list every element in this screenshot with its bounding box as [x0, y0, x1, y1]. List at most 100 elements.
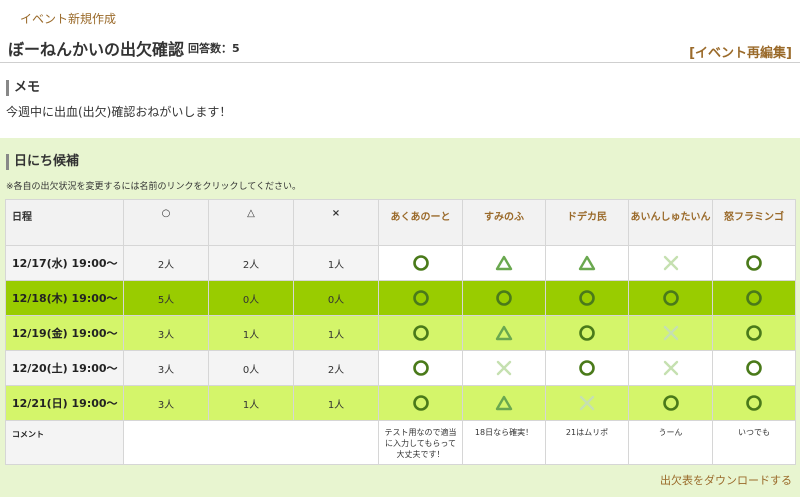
answer-cell — [712, 385, 796, 421]
row-date: 12/18(木) 19:00〜 — [5, 280, 124, 316]
candidates-section: 日にち候補 ※各自の出欠状況を変更するには名前のリンクをクリックしてください。 … — [0, 138, 800, 497]
circle-ok-icon — [412, 290, 430, 306]
member-link[interactable]: あいんしゅたいん — [628, 199, 713, 246]
title-bar: ぼーねんかいの出欠確認 回答数：5 [イベント再編集] — [0, 36, 800, 63]
row-ok-count: 2人 — [123, 245, 209, 281]
comment-empty — [123, 420, 379, 465]
comment-row: コメント テスト用なので適当に入力してもらって大丈夫です！ 18日なら確実！ 2… — [5, 420, 796, 465]
download-link[interactable]: 出欠表をダウンロードする — [660, 472, 792, 488]
header-ng: × — [293, 199, 379, 246]
member-comment: いつでも — [712, 420, 796, 465]
circle-ok-icon — [412, 325, 430, 341]
answer-cell — [628, 315, 713, 351]
answer-cell — [628, 350, 713, 386]
answer-cell — [378, 350, 463, 386]
answer-cell — [462, 350, 546, 386]
circle-ok-icon — [662, 290, 680, 306]
answer-cell — [378, 280, 463, 316]
new-event-link[interactable]: イベント新規作成 — [20, 10, 116, 27]
answer-cell — [545, 280, 629, 316]
cross-ng-icon — [495, 360, 513, 376]
row-maybe-count: 1人 — [208, 385, 294, 421]
circle-ok-icon — [745, 360, 763, 376]
cross-ng-icon — [578, 395, 596, 411]
header-maybe: △ — [208, 199, 294, 246]
circle-ok-icon — [578, 290, 596, 306]
schedule-row: 12/17(水) 19:00〜 2人 2人 1人 — [5, 245, 796, 281]
row-ng-count: 1人 — [293, 385, 379, 421]
row-ok-count: 3人 — [123, 385, 209, 421]
header-date: 日程 — [5, 199, 124, 246]
row-ok-count: 3人 — [123, 350, 209, 386]
row-maybe-count: 1人 — [208, 315, 294, 351]
memo-heading: メモ — [6, 80, 40, 96]
member-comment: うーん — [628, 420, 713, 465]
answer-count: 回答数：5 — [188, 42, 240, 55]
row-date: 12/19(金) 19:00〜 — [5, 315, 124, 351]
cross-ng-icon — [662, 255, 680, 271]
circle-ok-icon — [412, 255, 430, 271]
row-maybe-count: 2人 — [208, 245, 294, 281]
answer-cell — [712, 350, 796, 386]
answer-cell — [712, 245, 796, 281]
candidates-heading: 日にち候補 — [6, 154, 79, 170]
schedule-table: 日程 ○ △ × あくあのーと すみのふ ドデカ民 あいんしゅたいん 怒フラミン… — [5, 199, 796, 465]
member-link[interactable]: すみのふ — [462, 199, 546, 246]
circle-ok-icon — [578, 325, 596, 341]
answer-cell — [712, 280, 796, 316]
triangle-maybe-icon — [495, 325, 513, 341]
circle-ok-icon — [578, 360, 596, 376]
row-ng-count: 2人 — [293, 350, 379, 386]
answer-cell — [462, 385, 546, 421]
row-ok-count: 3人 — [123, 315, 209, 351]
answer-cell — [545, 350, 629, 386]
row-ok-count: 5人 — [123, 280, 209, 316]
triangle-maybe-icon — [495, 395, 513, 411]
member-comment: 18日なら確実！ — [462, 420, 546, 465]
answer-cell — [628, 280, 713, 316]
answer-cell — [378, 245, 463, 281]
header-ok: ○ — [123, 199, 209, 246]
member-link[interactable]: ドデカ民 — [545, 199, 629, 246]
answer-cell — [378, 315, 463, 351]
circle-ok-icon — [662, 395, 680, 411]
answer-cell — [628, 245, 713, 281]
schedule-row: 12/19(金) 19:00〜 3人 1人 1人 — [5, 315, 796, 351]
cross-ng-icon — [662, 360, 680, 376]
circle-ok-icon — [412, 395, 430, 411]
row-maybe-count: 0人 — [208, 350, 294, 386]
member-link[interactable]: あくあのーと — [378, 199, 463, 246]
edit-event-link[interactable]: [イベント再編集] — [689, 42, 792, 61]
schedule-row: 12/21(日) 19:00〜 3人 1人 1人 — [5, 385, 796, 421]
comment-label: コメント — [5, 420, 124, 465]
answer-cell — [712, 315, 796, 351]
answer-cell — [628, 385, 713, 421]
candidates-note: ※各自の出欠状況を変更するには名前のリンクをクリックしてください。 — [6, 182, 302, 192]
circle-ok-icon — [745, 325, 763, 341]
table-header-row: 日程 ○ △ × あくあのーと すみのふ ドデカ民 あいんしゅたいん 怒フラミン… — [5, 199, 796, 246]
schedule-row: 12/20(土) 19:00〜 3人 0人 2人 — [5, 350, 796, 386]
circle-ok-icon — [745, 395, 763, 411]
row-date: 12/20(土) 19:00〜 — [5, 350, 124, 386]
member-link[interactable]: 怒フラミンゴ — [712, 199, 796, 246]
row-date: 12/17(水) 19:00〜 — [5, 245, 124, 281]
answer-cell — [545, 245, 629, 281]
row-ng-count: 1人 — [293, 315, 379, 351]
row-maybe-count: 0人 — [208, 280, 294, 316]
schedule-row: 12/18(木) 19:00〜 5人 0人 0人 — [5, 280, 796, 316]
row-ng-count: 1人 — [293, 245, 379, 281]
circle-ok-icon — [495, 290, 513, 306]
circle-ok-icon — [745, 255, 763, 271]
cross-ng-icon — [662, 325, 680, 341]
row-date: 12/21(日) 19:00〜 — [5, 385, 124, 421]
answer-cell — [462, 315, 546, 351]
member-comment: テスト用なので適当に入力してもらって大丈夫です！ — [378, 420, 463, 465]
answer-cell — [545, 315, 629, 351]
circle-ok-icon — [412, 360, 430, 376]
row-ng-count: 0人 — [293, 280, 379, 316]
answer-cell — [378, 385, 463, 421]
page-title: ぼーねんかいの出欠確認 — [8, 40, 185, 59]
answer-cell — [462, 245, 546, 281]
triangle-maybe-icon — [578, 255, 596, 271]
memo-text: 今週中に出血(出欠)確認おねがいします！ — [6, 105, 232, 119]
